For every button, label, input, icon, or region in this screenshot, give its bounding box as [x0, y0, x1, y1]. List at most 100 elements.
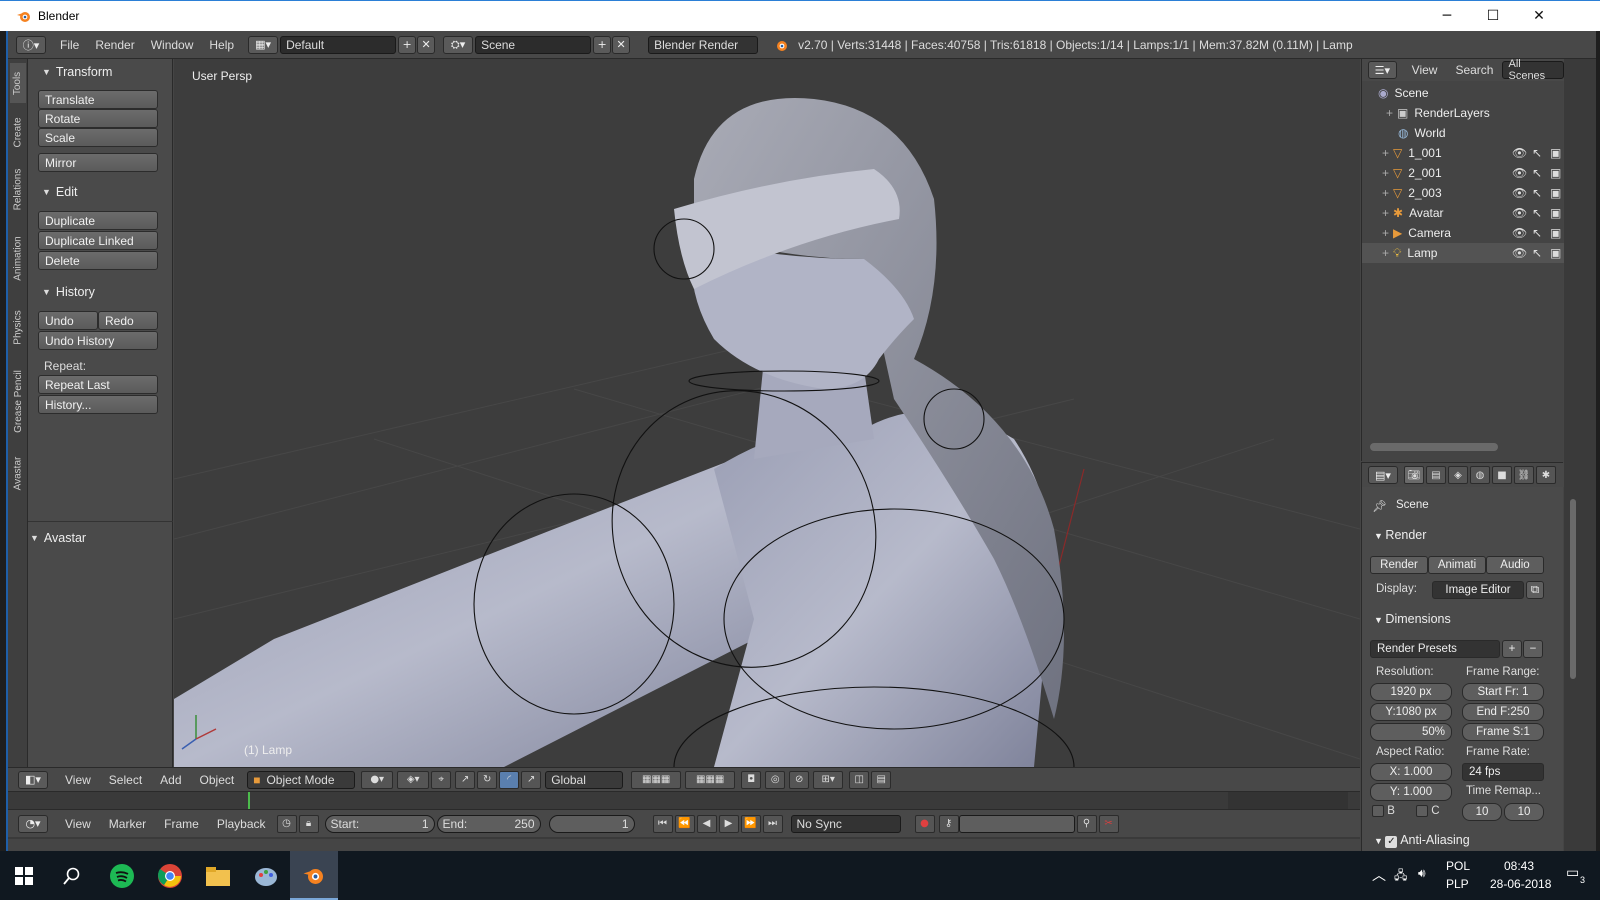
- scale-manip-icon[interactable]: ◜: [499, 770, 520, 789]
- resolution-percentage-field[interactable]: 50%: [1370, 723, 1452, 741]
- pivot-select-icon[interactable]: ◈▾: [397, 770, 430, 789]
- next-keyframe-icon[interactable]: ⏩: [740, 814, 761, 833]
- delete-keyframe-icon[interactable]: ✂: [1098, 814, 1119, 833]
- 3d-viewport[interactable]: User Persp (1) Lamp: [174, 59, 1360, 767]
- keyboard-layout[interactable]: PLP: [1446, 877, 1469, 891]
- add-preset-icon[interactable]: +: [1502, 640, 1522, 658]
- menu-ol-search[interactable]: Search: [1446, 63, 1502, 77]
- jump-start-icon[interactable]: ⏮: [652, 814, 673, 833]
- paint-icon[interactable]: [242, 851, 290, 900]
- search-icon[interactable]: [48, 851, 96, 900]
- menu-frame[interactable]: Frame: [155, 817, 208, 831]
- checkbox-checked-icon[interactable]: ✓: [1385, 836, 1398, 848]
- insert-keyframe-icon[interactable]: ⚲: [1076, 814, 1097, 833]
- crop-checkbox[interactable]: C: [1416, 805, 1440, 817]
- prev-keyframe-icon[interactable]: ⏪: [674, 814, 695, 833]
- editor-type-outliner-icon[interactable]: ☰▾: [1368, 61, 1397, 79]
- redo-button[interactable]: Redo: [98, 311, 158, 330]
- input-language[interactable]: POL: [1446, 859, 1470, 873]
- visibility-eye-icon[interactable]: 👁︎: [1512, 186, 1527, 200]
- history-button[interactable]: History...: [38, 395, 158, 414]
- panel-dimensions-header[interactable]: ▼ Dimensions: [1374, 612, 1451, 626]
- editor-type-properties-icon[interactable]: ▤▾: [1368, 466, 1398, 484]
- remap-old-field[interactable]: 10: [1462, 803, 1502, 821]
- pin-icon[interactable]: 📌︎: [1372, 499, 1387, 513]
- render-camera-icon[interactable]: ▣: [1550, 146, 1561, 160]
- opengl-render-icon[interactable]: ◫: [849, 770, 870, 789]
- select-cursor-icon[interactable]: ↖: [1532, 186, 1542, 200]
- menu-ol-view[interactable]: View: [1403, 63, 1447, 77]
- delete-button[interactable]: Delete: [38, 251, 158, 270]
- current-frame-field[interactable]: 1: [548, 814, 635, 833]
- notification-center-icon[interactable]: ▭: [1566, 864, 1579, 881]
- panel-render-header[interactable]: ▼ Render: [1374, 528, 1426, 542]
- menu-marker[interactable]: Marker: [100, 817, 155, 831]
- outliner-item-camera[interactable]: + ▶ Camera 👁︎ ↖ ▣: [1362, 223, 1564, 243]
- end-frame-field[interactable]: End: 250: [436, 814, 541, 833]
- keying-set-icon[interactable]: ⚷: [938, 814, 959, 833]
- volume-icon[interactable]: 🔊︎: [1418, 866, 1426, 881]
- menu-select[interactable]: Select: [100, 773, 151, 787]
- tab-create[interactable]: Create: [10, 107, 26, 157]
- remap-new-field[interactable]: 10: [1504, 803, 1544, 821]
- scene-field[interactable]: Scene: [475, 35, 592, 54]
- border-checkbox[interactable]: B: [1372, 805, 1395, 817]
- rotate-manip-icon[interactable]: ↻: [477, 770, 498, 789]
- tab-tools[interactable]: Tools: [10, 63, 26, 103]
- visibility-eye-icon[interactable]: 👁︎: [1512, 166, 1527, 180]
- play-reverse-icon[interactable]: ◀: [696, 814, 717, 833]
- select-cursor-icon[interactable]: ↖: [1532, 206, 1542, 220]
- panel-edit-header[interactable]: ▼ Edit: [28, 181, 173, 203]
- frame-rate-select[interactable]: 24 fps: [1462, 763, 1544, 781]
- chrome-icon[interactable]: [146, 851, 194, 900]
- select-cursor-icon[interactable]: ↖: [1532, 246, 1542, 260]
- outliner-item-renderlayers[interactable]: + ▣ RenderLayers: [1362, 103, 1564, 123]
- object-context-icon[interactable]: ■: [1492, 466, 1512, 484]
- layers-context-icon[interactable]: ▤: [1426, 466, 1446, 484]
- rotate-button[interactable]: Rotate: [38, 109, 158, 128]
- screen-layout-icon[interactable]: ▦▾: [248, 35, 279, 54]
- layers-grid-a[interactable]: ▦▦▦: [631, 770, 682, 789]
- tray-chevron-icon[interactable]: ︿: [1372, 865, 1386, 885]
- panel-transform-header[interactable]: ▼ Transform: [28, 61, 173, 83]
- outliner-item-2-001[interactable]: + ▽ 2_001 👁︎ ↖ ▣: [1362, 163, 1564, 183]
- outliner-item-world[interactable]: ◍ World: [1362, 123, 1564, 143]
- tab-grease-pencil[interactable]: Grease Pencil: [10, 361, 26, 441]
- translate-manip-icon[interactable]: ↗: [455, 770, 476, 789]
- lock-icon[interactable]: 🔒︎: [298, 814, 319, 833]
- display-mode-select[interactable]: All Scenes: [1502, 58, 1564, 82]
- tab-animation[interactable]: Animation: [10, 223, 26, 293]
- outliner-item-scene[interactable]: ◉ Scene: [1362, 83, 1564, 103]
- aspect-x-field[interactable]: X: 1.000: [1370, 763, 1452, 781]
- constraints-context-icon[interactable]: ⛓︎: [1514, 466, 1534, 484]
- undo-history-button[interactable]: Undo History: [38, 331, 158, 350]
- keying-set-field[interactable]: [958, 814, 1075, 833]
- duplicate-button[interactable]: Duplicate: [38, 211, 158, 230]
- select-cursor-icon[interactable]: ↖: [1532, 166, 1542, 180]
- editor-type-info-icon[interactable]: ⓘ▾: [16, 35, 46, 54]
- visibility-eye-icon[interactable]: 👁︎: [1512, 206, 1527, 220]
- remove-preset-icon[interactable]: −: [1523, 640, 1543, 658]
- start-frame-prop[interactable]: Start Fr: 1: [1462, 683, 1544, 701]
- snap-element-icon[interactable]: ⊞▾: [813, 770, 844, 789]
- menu-object[interactable]: Object: [191, 773, 244, 787]
- undo-button[interactable]: Undo: [38, 311, 98, 330]
- render-context-icon[interactable]: 📷︎: [1404, 466, 1424, 484]
- render-animation-button[interactable]: Animati: [1428, 556, 1486, 574]
- outliner-item-2-003[interactable]: + ▽ 2_003 👁︎ ↖ ▣: [1362, 183, 1564, 203]
- visibility-eye-icon[interactable]: 👁︎: [1512, 226, 1527, 240]
- clock-time[interactable]: 08:43: [1504, 859, 1534, 873]
- panel-history-header[interactable]: ▼ History: [28, 281, 173, 303]
- render-camera-icon[interactable]: ▣: [1550, 226, 1561, 240]
- screen-layout-field[interactable]: Default: [280, 35, 397, 54]
- editor-type-timeline-icon[interactable]: ◔▾: [18, 814, 48, 833]
- visibility-eye-icon[interactable]: 👁︎: [1512, 246, 1527, 260]
- panel-avastar-header[interactable]: ▼ Avastar: [28, 527, 173, 549]
- menu-add[interactable]: Add: [151, 773, 190, 787]
- snap-icon[interactable]: ⊘: [789, 770, 810, 789]
- add-scene-icon[interactable]: +: [593, 35, 612, 54]
- tab-avastar[interactable]: Avastar: [10, 443, 26, 503]
- network-icon[interactable]: 🖧︎: [1394, 866, 1407, 887]
- mirror-button[interactable]: Mirror: [38, 153, 158, 172]
- clock-date[interactable]: 28-06-2018: [1490, 877, 1551, 891]
